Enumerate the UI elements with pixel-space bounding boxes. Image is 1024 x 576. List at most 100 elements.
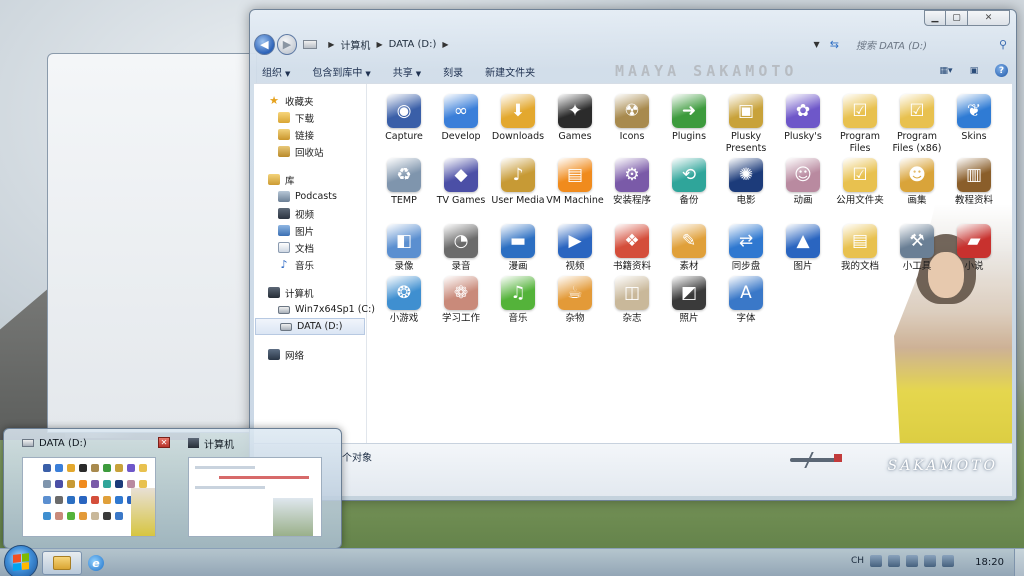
file-item[interactable]: ☑ Program Files (x86): [888, 94, 946, 155]
refresh-icon[interactable]: ⇆: [830, 38, 839, 51]
file-item[interactable]: ▲ 图片: [774, 224, 832, 273]
breadcrumb-separator-icon[interactable]: ▶: [328, 40, 334, 49]
file-item[interactable]: ∞ Develop: [432, 94, 490, 143]
file-item[interactable]: ♻ TEMP: [375, 158, 433, 207]
breadcrumb-computer[interactable]: 计算机: [340, 37, 370, 52]
nav-favorites[interactable]: ★ 收藏夹: [254, 92, 366, 109]
file-item[interactable]: ▰ 小说: [945, 224, 1003, 273]
file-item[interactable]: ✿ Plusky's: [774, 94, 832, 143]
file-item[interactable]: ♪ User Media: [489, 158, 547, 207]
file-item[interactable]: ❂ 小游戏: [375, 276, 433, 325]
file-item[interactable]: ☑ 公用文件夹: [831, 158, 889, 207]
share-button[interactable]: 共享 ▼: [393, 64, 421, 79]
volume-icon[interactable]: [942, 555, 954, 567]
forward-button[interactable]: ▶: [276, 33, 298, 55]
show-desktop-button[interactable]: [1014, 549, 1024, 576]
tray-app-icon[interactable]: [888, 555, 900, 567]
burn-button[interactable]: 刻录: [443, 64, 463, 79]
arrow-icon: ➜: [672, 94, 706, 128]
tray-app-icon[interactable]: [870, 555, 882, 567]
input-method-indicator[interactable]: CH: [851, 556, 864, 566]
breadcrumb-separator-icon[interactable]: ▶: [376, 40, 382, 49]
file-item[interactable]: ✺ 电影: [717, 158, 775, 207]
file-item[interactable]: ▥ 教程资料: [945, 158, 1003, 207]
file-item[interactable]: ☕ 杂物: [546, 276, 604, 325]
nav-documents[interactable]: 文档: [254, 239, 366, 256]
taskbar-thumbnail-popup: DATA (D:) ✕ 计算机: [3, 428, 342, 549]
file-item-label: 漫画: [508, 261, 528, 272]
battery-icon[interactable]: [924, 555, 936, 567]
file-item[interactable]: ▶ 视频: [546, 224, 604, 273]
include-in-library-button[interactable]: 包含到库中 ▼: [312, 64, 370, 79]
file-item[interactable]: ➜ Plugins: [660, 94, 718, 143]
file-item[interactable]: ⟲ 备份: [660, 158, 718, 207]
breadcrumb-separator-icon[interactable]: ▶: [442, 40, 448, 49]
books-icon: ❖: [615, 224, 649, 258]
thumbnail-data-d[interactable]: DATA (D:) ✕: [10, 435, 170, 543]
file-item[interactable]: ⇄ 同步盘: [717, 224, 775, 273]
file-item[interactable]: ☻ 画集: [888, 158, 946, 207]
nav-drive-d[interactable]: DATA (D:): [255, 318, 365, 335]
close-button[interactable]: ✕: [968, 10, 1010, 26]
file-item[interactable]: ◉ Capture: [375, 94, 433, 143]
nav-drive-c[interactable]: Win7x64Sp1 (C:): [254, 301, 375, 318]
file-item[interactable]: ◧ 录像: [375, 224, 433, 273]
maximize-button[interactable]: ▢: [946, 10, 968, 26]
nav-network[interactable]: 网络: [254, 346, 366, 363]
thumbnail-computer[interactable]: 计算机: [176, 435, 336, 543]
file-item[interactable]: ◆ TV Games: [432, 158, 490, 207]
nav-downloads[interactable]: 下载: [254, 109, 366, 126]
back-button[interactable]: ◀: [254, 33, 275, 55]
taskbar-ie-button[interactable]: e: [76, 551, 116, 575]
file-item[interactable]: ☑ Program Files: [831, 94, 889, 155]
nav-recycle[interactable]: 回收站: [254, 143, 366, 160]
file-item-label: Develop: [441, 131, 481, 142]
nav-links[interactable]: 链接: [254, 126, 366, 143]
thumbnail-close-button[interactable]: ✕: [158, 437, 170, 448]
nav-pictures[interactable]: 图片: [254, 222, 366, 239]
music-note-icon: ♫: [501, 276, 535, 310]
address-field[interactable]: ▶ 计算机 ▶ DATA (D:) ▶: [303, 34, 809, 54]
file-item[interactable]: ☺ 动画: [774, 158, 832, 207]
file-item[interactable]: ▤ 我的文档: [831, 224, 889, 273]
nav-music[interactable]: ♪ 音乐: [254, 256, 366, 273]
file-item[interactable]: ◫ 杂志: [603, 276, 661, 325]
feather-icon: ❦: [957, 94, 991, 128]
file-item[interactable]: ❦ Skins: [945, 94, 1003, 143]
nav-libraries[interactable]: 库: [254, 171, 366, 188]
nav-podcasts[interactable]: Podcasts: [254, 188, 366, 205]
minimize-button[interactable]: ▁: [924, 10, 946, 26]
organize-button[interactable]: 组织 ▼: [262, 64, 290, 79]
view-options-icon[interactable]: ▦▾: [939, 64, 953, 77]
file-item[interactable]: A 字体: [717, 276, 775, 325]
file-item[interactable]: ▣ Plusky Presents: [717, 94, 775, 155]
search-icon[interactable]: ⚲: [999, 38, 1007, 51]
start-button[interactable]: [4, 545, 38, 576]
file-item[interactable]: ⬇ Downloads: [489, 94, 547, 143]
file-item[interactable]: ⚙ 安装程序: [603, 158, 661, 207]
nav-videos[interactable]: 视频: [254, 205, 366, 222]
background-window[interactable]: [47, 53, 257, 433]
search-input[interactable]: 搜索 DATA (D:) ⚲: [851, 34, 1012, 54]
new-folder-button[interactable]: 新建文件夹: [485, 64, 535, 79]
clock[interactable]: 18:20: [975, 557, 1004, 568]
monitor-icon[interactable]: [906, 555, 918, 567]
preview-pane-icon[interactable]: ▣: [967, 64, 981, 77]
file-item[interactable]: ✎ 素材: [660, 224, 718, 273]
magazine-icon: ◫: [615, 276, 649, 310]
file-item[interactable]: ◩ 照片: [660, 276, 718, 325]
file-item[interactable]: ⚒ 小工具: [888, 224, 946, 273]
file-item[interactable]: ✦ Games: [546, 94, 604, 143]
file-item[interactable]: ♫ 音乐: [489, 276, 547, 325]
file-item[interactable]: ▬ 漫画: [489, 224, 547, 273]
breadcrumb-data-d[interactable]: DATA (D:): [389, 39, 437, 50]
address-dropdown-icon[interactable]: ▼: [814, 40, 820, 49]
file-item[interactable]: ❖ 书籍资料: [603, 224, 661, 273]
file-item[interactable]: ◔ 录音: [432, 224, 490, 273]
file-item[interactable]: ▤ VM Machine: [546, 158, 604, 207]
file-item[interactable]: ☢ Icons: [603, 94, 661, 143]
help-icon[interactable]: ?: [995, 64, 1008, 77]
file-item[interactable]: ❁ 学习工作: [432, 276, 490, 325]
nav-computer[interactable]: 计算机: [254, 284, 366, 301]
brain-icon: ❁: [444, 276, 478, 310]
